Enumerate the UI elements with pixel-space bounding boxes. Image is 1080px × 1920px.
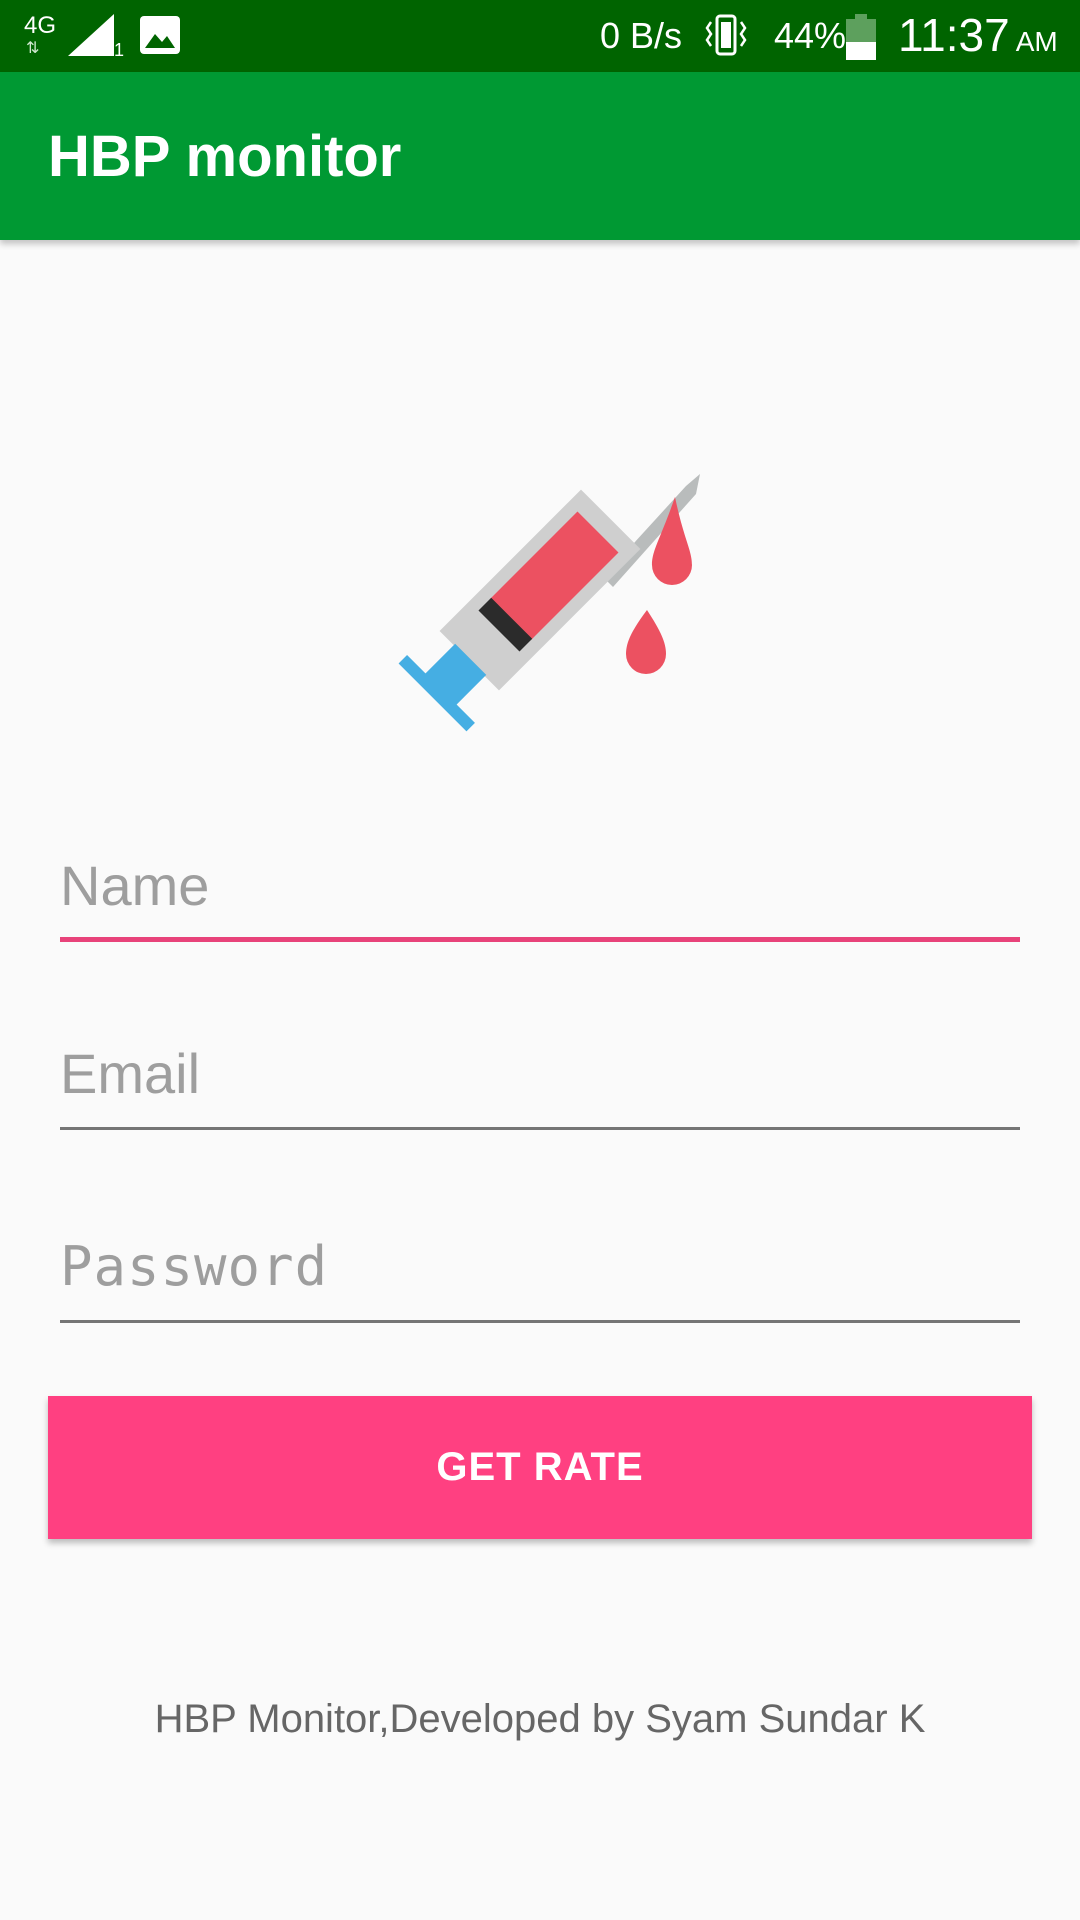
syringe-icon	[370, 420, 710, 760]
data-speed: 0 B/s	[600, 15, 683, 56]
password-underline	[60, 1320, 1020, 1323]
network-type: 4G	[24, 12, 57, 39]
name-underline	[60, 937, 1020, 942]
name-field[interactable]: Name	[60, 852, 1020, 942]
battery-icon	[846, 14, 876, 65]
email-placeholder: Email	[60, 1042, 201, 1105]
app-title: HBP monitor	[48, 124, 402, 189]
sim-number: 1	[114, 40, 125, 60]
clock-ampm: AM	[1015, 26, 1058, 57]
clock-time: 11:37	[898, 9, 1010, 61]
app-bar: HBP monitor	[0, 72, 1080, 240]
signal-icon	[68, 14, 114, 61]
name-placeholder: Name	[60, 854, 210, 917]
email-underline	[60, 1127, 1020, 1130]
vibrate-icon	[704, 14, 748, 61]
battery-percent: 44%	[774, 15, 847, 56]
status-bar: 4G ⇅ 1 0 B/s 44% 11:37 AM	[0, 0, 1080, 72]
get-rate-button[interactable]: GET RATE	[48, 1396, 1032, 1539]
footer-credit: HBP Monitor,Developed by Syam Sundar K	[154, 1697, 926, 1741]
email-field[interactable]: Email	[60, 1040, 1020, 1130]
data-activity-icon: ⇅	[26, 40, 39, 57]
app-screen: 4G ⇅ 1 0 B/s 44% 11:37 AM HBP monitor Na…	[0, 0, 1080, 1920]
password-placeholder: Password	[60, 1235, 329, 1298]
gallery-icon	[140, 16, 180, 59]
password-field[interactable]: Password	[60, 1233, 1020, 1323]
clock: 11:37 AM	[898, 10, 1058, 67]
